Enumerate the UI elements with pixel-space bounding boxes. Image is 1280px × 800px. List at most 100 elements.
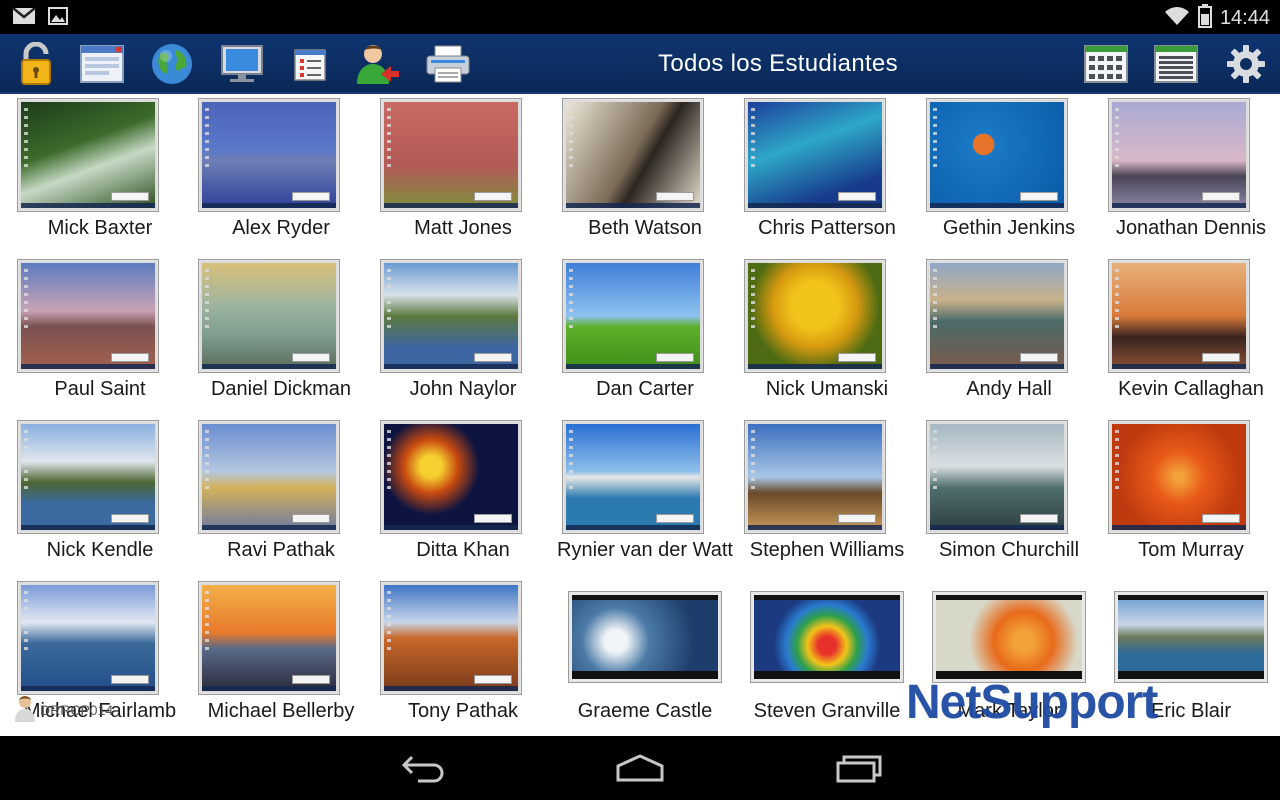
device-badge: DRRCP014: [14, 694, 113, 725]
student-screen-thumbnail[interactable]: [562, 259, 704, 373]
student-tile[interactable]: Simon Churchill: [918, 416, 1100, 577]
student-tile[interactable]: Steven Granville: [736, 577, 918, 736]
student-tile[interactable]: Rynier van der Watt: [554, 416, 736, 577]
student-tile[interactable]: Kevin Callaghan: [1100, 255, 1280, 416]
desktop-preview: [566, 424, 700, 530]
student-name: Tom Murray: [1138, 539, 1244, 561]
device-label: DRRCP014: [40, 701, 114, 718]
student-screen-thumbnail[interactable]: [926, 420, 1068, 534]
student-name: Daniel Dickman: [210, 378, 352, 400]
student-screen-thumbnail[interactable]: [380, 581, 522, 695]
student-screen-thumbnail[interactable]: [932, 591, 1086, 683]
desktop-preview: [202, 102, 336, 208]
student-tile[interactable]: Gethin Jenkins: [918, 94, 1100, 255]
student-name: Gethin Jenkins: [942, 217, 1076, 239]
student-screen-thumbnail[interactable]: [926, 259, 1068, 373]
student-tile[interactable]: Graeme Castle: [554, 577, 736, 736]
desktop-preview: [930, 263, 1064, 369]
grid-view-icon[interactable]: [1082, 40, 1130, 88]
student-tile[interactable]: Tom Murray: [1100, 416, 1280, 577]
student-screen-thumbnail[interactable]: [744, 420, 886, 534]
student-tile[interactable]: Nick Umanski: [736, 255, 918, 416]
student-tile[interactable]: John Naylor: [372, 255, 554, 416]
student-screen-thumbnail[interactable]: [568, 591, 722, 683]
student-screen-thumbnail[interactable]: [1114, 591, 1268, 683]
student-name: Tony Pathak: [407, 700, 519, 722]
student-name: Andy Hall: [966, 378, 1052, 400]
student-name: Jonathan Dennis: [1115, 217, 1267, 239]
student-tile[interactable]: Jonathan Dennis: [1100, 94, 1280, 255]
student-name: Rynier van der Watt: [557, 539, 733, 561]
desktop-preview: [384, 424, 518, 530]
desktop-preview: [930, 424, 1064, 530]
student-screen-thumbnail[interactable]: [198, 259, 340, 373]
home-icon[interactable]: [610, 750, 670, 786]
student-name: Nick Kendle: [46, 539, 154, 561]
student-screen-thumbnail[interactable]: [1108, 420, 1250, 534]
desktop-preview: [572, 595, 718, 679]
globe-icon[interactable]: [148, 40, 196, 88]
monitor-icon[interactable]: [218, 40, 266, 88]
student-screen-thumbnail[interactable]: [198, 581, 340, 695]
student-tile[interactable]: Nick Kendle: [9, 416, 191, 577]
student-screen-thumbnail[interactable]: [198, 98, 340, 212]
list-view-icon[interactable]: [1152, 40, 1200, 88]
desktop-preview: [21, 102, 155, 208]
gallery-icon: [48, 7, 68, 30]
desktop-preview: [202, 263, 336, 369]
clock: 14:44: [1219, 7, 1270, 29]
student-screen-thumbnail[interactable]: [1108, 259, 1250, 373]
student-screen-thumbnail[interactable]: [17, 98, 159, 212]
student-tile[interactable]: Tony Pathak: [372, 577, 554, 736]
student-screen-thumbnail[interactable]: [562, 420, 704, 534]
checklist-icon[interactable]: [286, 40, 334, 88]
student-tile[interactable]: Chris Patterson: [736, 94, 918, 255]
student-name: Ditta Khan: [416, 539, 510, 561]
student-tile[interactable]: Matt Jones: [372, 94, 554, 255]
student-screen-thumbnail[interactable]: [562, 98, 704, 212]
window-icon[interactable]: [78, 40, 126, 88]
desktop-preview: [202, 424, 336, 530]
student-tile[interactable]: Alex Ryder: [190, 94, 372, 255]
student-tile[interactable]: Dan Carter: [554, 255, 736, 416]
desktop-preview: [936, 595, 1082, 679]
lock-icon[interactable]: [12, 40, 60, 88]
student-screen-thumbnail[interactable]: [744, 98, 886, 212]
student-tile[interactable]: Michael Bellerby: [190, 577, 372, 736]
student-tile[interactable]: Stephen Williams: [736, 416, 918, 577]
student-screen-thumbnail[interactable]: [380, 420, 522, 534]
student-screen-thumbnail[interactable]: [750, 591, 904, 683]
student-tile[interactable]: Beth Watson: [554, 94, 736, 255]
student-screen-thumbnail[interactable]: [744, 259, 886, 373]
student-screen-thumbnail[interactable]: [1108, 98, 1250, 212]
printer-icon[interactable]: [424, 40, 472, 88]
student-screen-thumbnail[interactable]: [198, 420, 340, 534]
student-screen-thumbnail[interactable]: [17, 259, 159, 373]
page-title: Todos los Estudiantes: [658, 50, 898, 77]
desktop-preview: [384, 102, 518, 208]
recent-apps-icon[interactable]: [828, 750, 888, 786]
student-name: Dan Carter: [596, 378, 694, 400]
settings-gear-icon[interactable]: [1222, 40, 1270, 88]
student-name: Steven Granville: [753, 700, 901, 722]
student-name: Kevin Callaghan: [1118, 378, 1264, 400]
student-tile[interactable]: Daniel Dickman: [190, 255, 372, 416]
back-icon[interactable]: [394, 750, 454, 786]
student-tile[interactable]: Ditta Khan: [372, 416, 554, 577]
student-tile[interactable]: Andy Hall: [918, 255, 1100, 416]
screen: 14:44 Todos los Estudiantes Mick Baxter …: [0, 0, 1280, 800]
student-tile[interactable]: Ravi Pathak: [190, 416, 372, 577]
desktop-preview: [930, 102, 1064, 208]
student-screen-thumbnail[interactable]: [17, 581, 159, 695]
student-screen-thumbnail[interactable]: [17, 420, 159, 534]
desktop-preview: [21, 585, 155, 691]
student-tile[interactable]: Paul Saint: [9, 255, 191, 416]
student-screen-thumbnail[interactable]: [380, 259, 522, 373]
wifi-icon: [1164, 6, 1190, 31]
student-tile[interactable]: Mick Baxter: [9, 94, 191, 255]
user-remove-icon[interactable]: [354, 40, 402, 88]
student-screen-thumbnail[interactable]: [926, 98, 1068, 212]
student-screen-thumbnail[interactable]: [380, 98, 522, 212]
desktop-preview: [1112, 424, 1246, 530]
student-name: Alex Ryder: [232, 217, 330, 239]
